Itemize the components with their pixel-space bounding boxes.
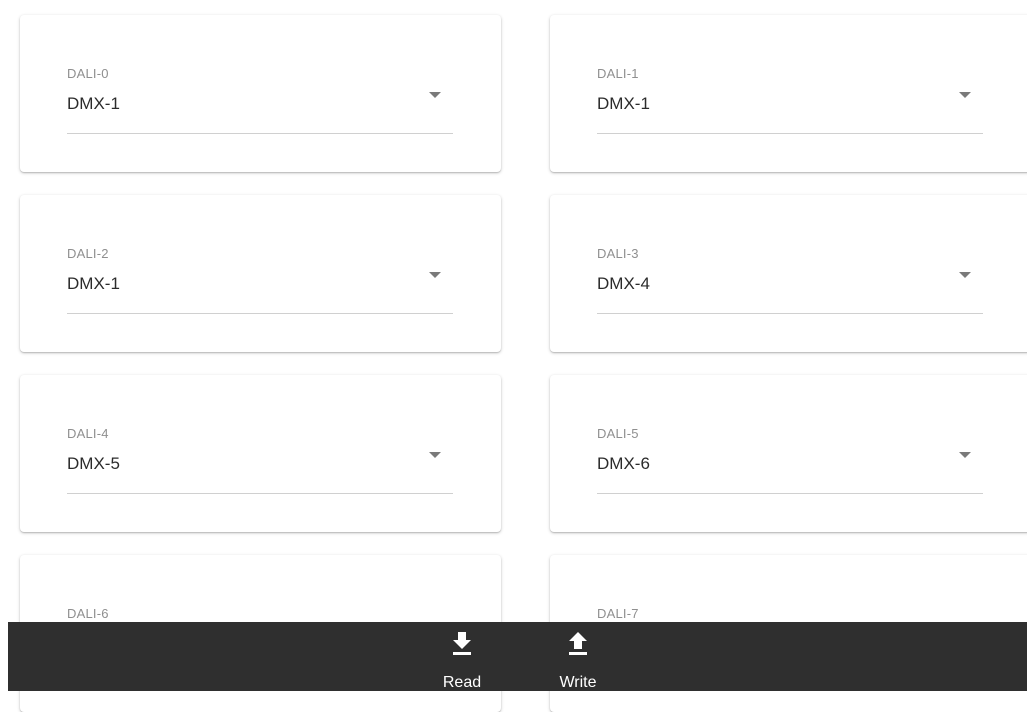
- dali-0-select[interactable]: DALI-0 DMX-1: [67, 65, 453, 135]
- select-value: DMX-1: [597, 94, 650, 113]
- write-label: Write: [559, 674, 597, 691]
- read-button[interactable]: Read: [430, 622, 494, 691]
- select-label: DALI-0: [67, 66, 109, 81]
- dali-1-select[interactable]: DALI-1 DMX-1: [597, 65, 983, 135]
- select-label: DALI-4: [67, 426, 109, 441]
- select-underline: [67, 133, 453, 134]
- dropdown-arrow-icon[interactable]: [959, 272, 971, 278]
- select-underline: [597, 493, 983, 494]
- select-value: DMX-1: [67, 94, 120, 113]
- select-underline: [67, 313, 453, 314]
- dropdown-arrow-icon[interactable]: [429, 92, 441, 98]
- dali-3-select[interactable]: DALI-3 DMX-4: [597, 245, 983, 315]
- mapping-card-dali-0: DALI-0 DMX-1: [20, 15, 501, 172]
- mapping-card-dali-2: DALI-2 DMX-1: [20, 195, 501, 352]
- dali-5-select[interactable]: DALI-5 DMX-6: [597, 425, 983, 495]
- upload-icon: [569, 632, 587, 655]
- select-label: DALI-3: [597, 246, 639, 261]
- select-underline: [597, 313, 983, 314]
- dropdown-arrow-icon[interactable]: [959, 452, 971, 458]
- write-button[interactable]: Write: [546, 622, 610, 691]
- select-underline: [597, 133, 983, 134]
- select-label: DALI-6: [67, 606, 109, 621]
- dali-2-select[interactable]: DALI-2 DMX-1: [67, 245, 453, 315]
- select-label: DALI-5: [597, 426, 639, 441]
- mapping-card-dali-1: DALI-1 DMX-1: [550, 15, 1027, 172]
- bottom-action-bar: Read Write: [8, 622, 1027, 691]
- download-icon: [453, 632, 471, 655]
- select-value: DMX-6: [597, 454, 650, 473]
- select-underline: [67, 493, 453, 494]
- mapping-card-dali-4: DALI-4 DMX-5: [20, 375, 501, 532]
- dali-4-select[interactable]: DALI-4 DMX-5: [67, 425, 453, 495]
- mapping-card-dali-5: DALI-5 DMX-6: [550, 375, 1027, 532]
- dropdown-arrow-icon[interactable]: [429, 452, 441, 458]
- dropdown-arrow-icon[interactable]: [959, 92, 971, 98]
- select-label: DALI-1: [597, 66, 639, 81]
- select-label: DALI-7: [597, 606, 639, 621]
- select-value: DMX-1: [67, 274, 120, 293]
- dropdown-arrow-icon[interactable]: [429, 272, 441, 278]
- select-value: DMX-5: [67, 454, 120, 473]
- select-value: DMX-4: [597, 274, 650, 293]
- select-label: DALI-2: [67, 246, 109, 261]
- mapping-cards: DALI-0 DMX-1 DALI-1 DMX-1 DALI-2 DMX-1 D…: [0, 0, 1027, 712]
- mapping-card-dali-3: DALI-3 DMX-4: [550, 195, 1027, 352]
- read-label: Read: [442, 674, 482, 691]
